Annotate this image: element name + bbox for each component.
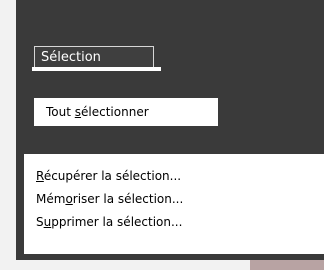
menu-item-select-all[interactable]: Tout sélectionner xyxy=(34,98,218,126)
menu-tab-selection[interactable]: Sélection xyxy=(34,46,154,68)
menu-item-memorize-selection[interactable]: Mémoriser la sélection... xyxy=(24,187,324,212)
menu-item-delete-selection[interactable]: Supprimer la sélection... xyxy=(24,210,324,235)
menu-tab-underline xyxy=(32,67,161,71)
menu-section-select-all: Tout sélectionner xyxy=(34,98,218,126)
menu-tab-label: Sélection xyxy=(41,50,101,65)
menu-padding-top xyxy=(24,154,324,164)
bottom-accent-bar xyxy=(250,260,324,270)
menu-section-selection-ops: Récupérer la sélection... Mémoriser la s… xyxy=(24,154,324,254)
menu-item-recover-selection[interactable]: Récupérer la sélection... xyxy=(24,164,324,189)
